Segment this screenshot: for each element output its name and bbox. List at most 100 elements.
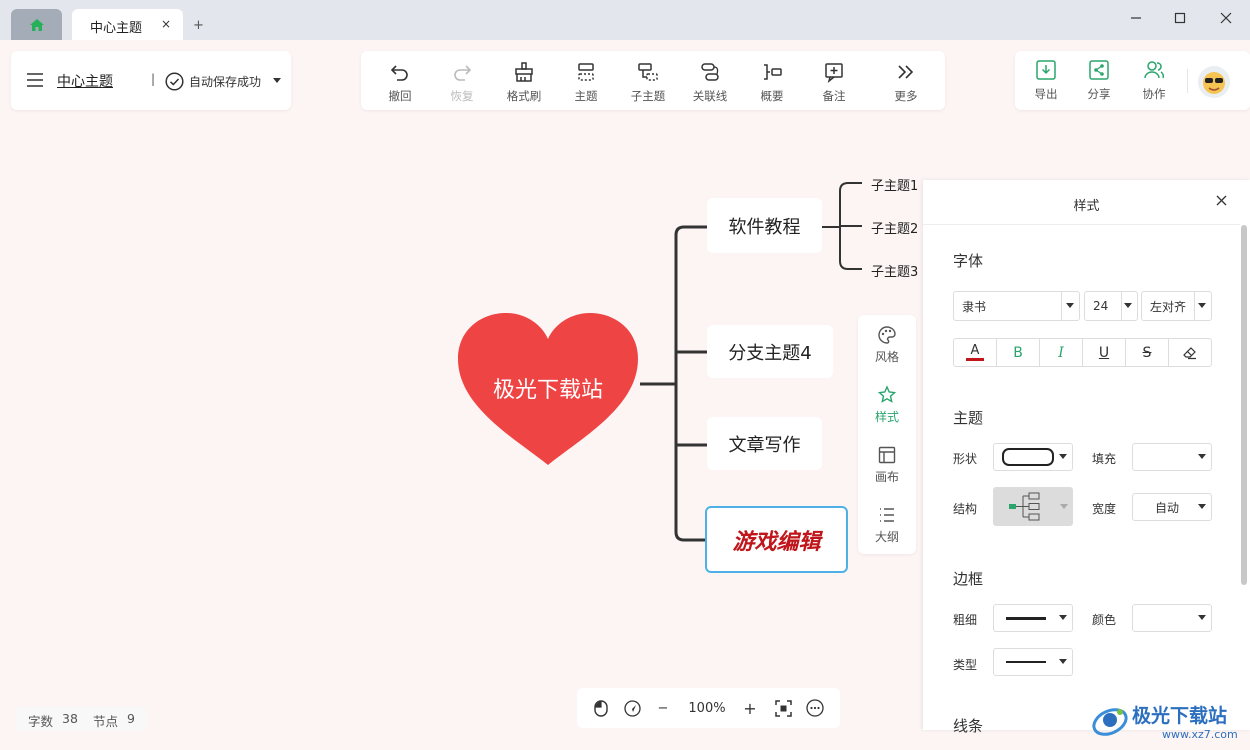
- branch-article-writing[interactable]: 文章写作: [707, 417, 822, 470]
- subtopic-3[interactable]: 子主题3: [871, 261, 918, 280]
- branch-topic-4[interactable]: 分支主题4: [707, 325, 833, 378]
- status-bar: 字数 38 节点 9: [16, 707, 147, 731]
- solid-line-icon: [1006, 661, 1046, 663]
- fit-screen-button[interactable]: [773, 698, 793, 718]
- strikethrough-icon: S: [1142, 344, 1152, 361]
- node-count-value: 9: [127, 711, 135, 726]
- width-label: 宽度: [1092, 502, 1117, 516]
- fill-label: 填充: [1092, 452, 1117, 466]
- more-options-button[interactable]: [805, 698, 825, 718]
- chevron-down-icon: [1124, 303, 1132, 308]
- branch-label: 文章写作: [728, 434, 801, 456]
- chevron-down-icon: [1198, 504, 1206, 509]
- italic-icon: I: [1058, 344, 1064, 361]
- clear-format-button[interactable]: [1169, 339, 1211, 366]
- strikethrough-button[interactable]: S: [1126, 339, 1169, 366]
- chevron-down-icon: [1198, 454, 1206, 459]
- font-color-swatch: [966, 358, 984, 361]
- watermark-text: 极光下载站: [1132, 705, 1228, 727]
- chevron-down-icon: [1060, 504, 1068, 509]
- font-size-select[interactable]: 24: [1084, 291, 1138, 321]
- watermark-logo-icon: [1092, 708, 1128, 736]
- font-family-select[interactable]: 隶书: [953, 291, 1080, 321]
- chevron-down-icon: [1198, 615, 1206, 620]
- style-panel: 样式 字体 隶书 24 左对齐 A B I U S 主题 形状 填充 结构 宽度…: [923, 180, 1250, 735]
- panel-divider: [923, 224, 1240, 225]
- shape-select[interactable]: [993, 443, 1073, 471]
- border-type-select[interactable]: [993, 648, 1073, 676]
- mouse-icon: [594, 699, 608, 717]
- navigation-icon: [623, 699, 641, 717]
- branch-label: 软件教程: [728, 216, 801, 238]
- locate-button[interactable]: [622, 698, 642, 718]
- structure-select[interactable]: [993, 487, 1073, 526]
- watermark-url: www.xz7.com: [1162, 728, 1238, 741]
- style-icon: [877, 385, 897, 403]
- zoom-out-button[interactable]: −: [655, 698, 671, 718]
- watermark: 极光下载站 www.xz7.com: [1090, 694, 1245, 746]
- eraser-icon: [1183, 346, 1196, 359]
- chevron-down-icon: [1059, 615, 1067, 620]
- color-label: 颜色: [1092, 613, 1117, 627]
- chevron-down-icon: [1198, 303, 1206, 308]
- font-size-value: 24: [1093, 299, 1109, 313]
- border-color-select[interactable]: [1132, 604, 1212, 632]
- subtopic-2[interactable]: 子主题2: [871, 218, 918, 237]
- bold-button[interactable]: B: [997, 339, 1040, 366]
- chevron-down-icon: [1059, 659, 1067, 664]
- width-select[interactable]: 自动: [1132, 493, 1212, 521]
- close-panel-icon[interactable]: [1216, 195, 1227, 206]
- thickness-label: 粗细: [953, 613, 978, 627]
- border-section-title: 边框: [953, 570, 984, 588]
- branch-label: 分支主题4: [728, 342, 812, 364]
- panel-scrollbar[interactable]: [1241, 225, 1247, 585]
- font-color-icon: A: [970, 343, 980, 358]
- central-topic[interactable]: 极光下载站: [456, 311, 640, 467]
- fill-color-select[interactable]: [1132, 443, 1212, 471]
- tab-style-theme[interactable]: 风格: [858, 325, 916, 365]
- zoom-level[interactable]: 100%: [683, 698, 731, 718]
- tab-style[interactable]: 样式: [858, 385, 916, 425]
- font-family-value: 隶书: [962, 299, 987, 314]
- border-thickness-select[interactable]: [993, 604, 1073, 632]
- thick-line-icon: [1006, 616, 1046, 620]
- word-count-label: 字数: [28, 714, 54, 729]
- zoom-toolbar: − 100% +: [577, 688, 840, 728]
- chevron-down-icon: [1059, 454, 1067, 459]
- tab-canvas[interactable]: 画布: [858, 445, 916, 485]
- type-label: 类型: [953, 658, 978, 672]
- topic-section-title: 主题: [953, 409, 984, 427]
- italic-button[interactable]: I: [1040, 339, 1083, 366]
- tab-outline[interactable]: 大纲: [858, 505, 916, 545]
- node-count-label: 节点: [93, 714, 119, 729]
- fit-screen-icon: [774, 699, 792, 717]
- chevron-down-icon: [1066, 303, 1074, 308]
- mouse-mode-button[interactable]: [591, 698, 611, 718]
- palette-icon: [878, 326, 896, 344]
- panel-title: 样式: [1073, 199, 1100, 214]
- structure-label: 结构: [953, 502, 978, 516]
- side-tab-bar: 风格 样式 画布 大纲: [858, 315, 916, 554]
- canvas-icon: [878, 446, 896, 464]
- bold-icon: B: [1013, 344, 1023, 361]
- branch-label: 游戏编辑: [732, 528, 821, 555]
- align-select[interactable]: 左对齐: [1141, 291, 1212, 321]
- align-value: 左对齐: [1150, 299, 1187, 314]
- shape-label: 形状: [953, 452, 978, 466]
- line-section-title: 线条: [953, 717, 984, 735]
- text-format-buttons: A B I U S: [953, 338, 1212, 367]
- font-color-button[interactable]: A: [954, 339, 997, 366]
- central-topic-label: 极光下载站: [492, 378, 603, 403]
- branch-software-tutorial[interactable]: 软件教程: [707, 198, 822, 253]
- rounded-rect-icon: [1002, 448, 1054, 466]
- outline-icon: [880, 508, 894, 522]
- font-section-title: 字体: [953, 252, 984, 270]
- structure-icon: [1009, 492, 1040, 521]
- zoom-in-button[interactable]: +: [741, 698, 759, 718]
- underline-icon: U: [1098, 344, 1110, 361]
- width-value: 自动: [1155, 500, 1180, 515]
- underline-button[interactable]: U: [1083, 339, 1126, 366]
- branch-game-editing-selected[interactable]: 游戏编辑: [705, 506, 848, 573]
- more-dots-icon: [806, 699, 824, 717]
- subtopic-1[interactable]: 子主题1: [871, 175, 918, 194]
